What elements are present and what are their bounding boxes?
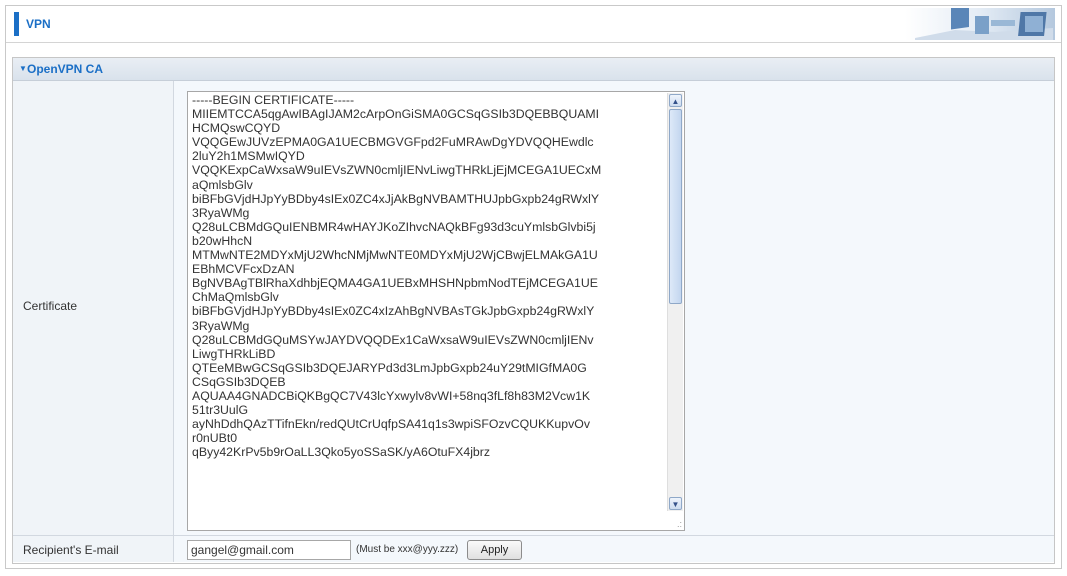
email-format-hint: (Must be xxx@yyy.zzz) [356,544,459,555]
certificate-row-label: Certificate [13,81,174,536]
certificate-row-value: -----BEGIN CERTIFICATE----- MIIEMTCCA5qg… [174,81,1054,536]
triangle-down-icon: ▼ [19,64,27,73]
scroll-thumb[interactable] [669,109,682,304]
certificate-text[interactable]: -----BEGIN CERTIFICATE----- MIIEMTCCA5qg… [192,93,662,459]
network-banner-logo [905,8,1055,40]
recipient-row-value: (Must be xxx@yyy.zzz) Apply [174,536,1054,562]
page-title: VPN [26,17,51,31]
title-accent-bar [14,12,19,36]
page-header: VPN [6,6,1061,43]
section-title: OpenVPN CA [27,62,104,76]
certificate-label: Certificate [23,299,78,313]
certificate-textarea[interactable]: -----BEGIN CERTIFICATE----- MIIEMTCCA5qg… [187,91,685,531]
apply-button[interactable]: Apply [467,540,522,560]
recipient-email-input[interactable] [187,540,351,560]
openvpn-ca-panel: ▼ OpenVPN CA Certificate -----BEGIN CERT… [12,57,1055,564]
resize-grip-icon[interactable]: .: [677,519,682,529]
chevron-up-icon[interactable]: ▲ [669,94,682,107]
recipient-row-label: Recipient's E-mail [13,536,174,562]
page-frame: VPN ▼ OpenVPN CA Certificate -----BEGIN … [5,5,1062,569]
chevron-down-icon[interactable]: ▼ [669,497,682,510]
recipient-email-label: Recipient's E-mail [23,543,119,557]
vertical-scrollbar[interactable]: ▲ ▼ [667,93,683,511]
section-header[interactable]: ▼ OpenVPN CA [13,58,1054,81]
